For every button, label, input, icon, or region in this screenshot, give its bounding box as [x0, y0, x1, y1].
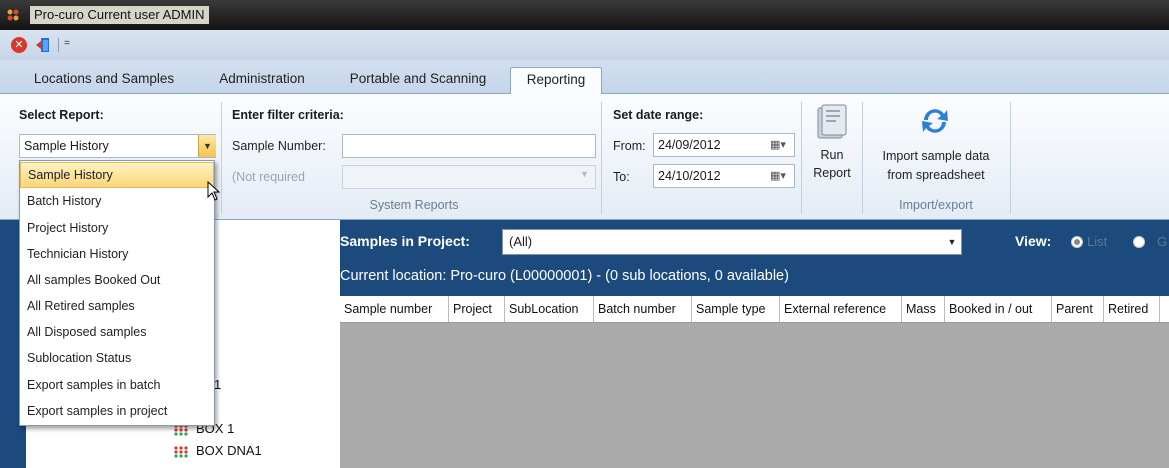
- column-parent[interactable]: Parent: [1052, 296, 1104, 322]
- import-spreadsheet-button[interactable]: Import sample data from spreadsheet: [866, 100, 1006, 188]
- group-separator: [221, 102, 222, 214]
- report-option-sublocation-status[interactable]: Sublocation Status: [20, 345, 214, 371]
- report-option-export-batch[interactable]: Export samples in batch: [20, 372, 214, 398]
- tab-administration[interactable]: Administration: [203, 67, 321, 93]
- column-project[interactable]: Project: [449, 296, 505, 322]
- select-report-dropdown[interactable]: Sample History: [19, 134, 216, 158]
- report-option-project-history[interactable]: Project History: [20, 215, 214, 241]
- tab-locations-and-samples[interactable]: Locations and Samples: [18, 67, 190, 93]
- to-label: To:: [613, 170, 630, 184]
- column-extra[interactable]: [1160, 296, 1169, 322]
- date-range-label: Set date range:: [613, 108, 704, 122]
- report-option-retired[interactable]: All Retired samples: [20, 293, 214, 319]
- current-location-text: Current location: Pro-curo (L00000001) -…: [340, 268, 789, 284]
- sample-number-input[interactable]: [342, 134, 596, 158]
- tab-reporting[interactable]: Reporting: [510, 67, 602, 95]
- group-separator: [1010, 102, 1011, 214]
- view-list-radio[interactable]: [1071, 236, 1083, 248]
- report-option-technician-history[interactable]: Technician History: [20, 241, 214, 267]
- select-report-label: Select Report:: [19, 108, 104, 122]
- tree-node-box-dna1[interactable]: BOX DNA1: [196, 443, 262, 458]
- chevron-down-icon[interactable]: ▼: [944, 229, 960, 255]
- report-option-sample-history[interactable]: Sample History: [20, 162, 214, 188]
- report-file-icon: [817, 104, 847, 139]
- project-dropdown[interactable]: (All): [502, 229, 962, 255]
- column-booked-in-out[interactable]: Booked in / out: [945, 296, 1052, 322]
- group-separator: [601, 102, 602, 214]
- column-batch-number[interactable]: Batch number: [594, 296, 692, 322]
- customize-toolbar-button[interactable]: =: [64, 36, 74, 52]
- tab-portable-and-scanning[interactable]: Portable and Scanning: [333, 67, 503, 93]
- view-list-label: List: [1087, 234, 1108, 249]
- import-export-caption: Import/export: [899, 198, 973, 212]
- run-report-label-line1: Run: [820, 148, 844, 162]
- samples-in-project-label: Samples in Project:: [340, 233, 470, 249]
- run-report-button[interactable]: Run Report: [806, 100, 858, 188]
- dropdown-arrow-icon[interactable]: ▼: [198, 135, 216, 157]
- column-sublocation[interactable]: SubLocation: [505, 296, 594, 322]
- report-option-export-project[interactable]: Export samples in project: [20, 398, 214, 424]
- tree-node-partial[interactable]: 1: [214, 377, 221, 392]
- sample-number-label: Sample Number:: [232, 139, 326, 153]
- report-option-disposed[interactable]: All Disposed samples: [20, 319, 214, 345]
- view-grid-label: G: [1157, 234, 1168, 249]
- column-mass[interactable]: Mass: [902, 296, 945, 322]
- refresh-arrows-icon: [922, 109, 948, 133]
- exit-door-icon[interactable]: [35, 37, 51, 53]
- column-retired[interactable]: Retired: [1104, 296, 1160, 322]
- mouse-cursor-icon: [207, 181, 221, 201]
- app-logo-icon: [7, 9, 19, 21]
- not-required-label: (Not required: [232, 170, 305, 184]
- filter-criteria-label: Enter filter criteria:: [232, 108, 344, 122]
- calendar-dropdown-icon[interactable]: ▦▾: [764, 165, 792, 187]
- column-sample-number[interactable]: Sample number: [340, 296, 449, 322]
- group-separator: [862, 102, 863, 214]
- sample-box-icon: [174, 446, 188, 458]
- toolbar-separator: [58, 38, 59, 52]
- system-report-filter-select: [342, 165, 596, 189]
- window-title: Pro-curo Current user ADMIN: [30, 6, 209, 24]
- report-option-batch-history[interactable]: Batch History: [20, 188, 214, 214]
- import-label-line2: from spreadsheet: [887, 168, 985, 182]
- dropdown-arrow-icon: ▼: [580, 169, 589, 179]
- import-label-line1: Import sample data: [882, 149, 990, 163]
- group-separator: [801, 102, 802, 214]
- calendar-dropdown-icon[interactable]: ▦▾: [764, 134, 792, 156]
- close-icon[interactable]: ✕: [11, 37, 27, 53]
- column-external-reference[interactable]: External reference: [780, 296, 902, 322]
- report-option-booked-out[interactable]: All samples Booked Out: [20, 267, 214, 293]
- view-grid-radio[interactable]: [1133, 236, 1145, 248]
- system-reports-caption: System Reports: [369, 198, 459, 212]
- column-sample-type[interactable]: Sample type: [692, 296, 780, 322]
- quick-access-toolbar: [0, 30, 1169, 60]
- run-report-label-line2: Report: [813, 166, 851, 180]
- from-label: From:: [613, 139, 646, 153]
- view-label: View:: [1015, 233, 1052, 249]
